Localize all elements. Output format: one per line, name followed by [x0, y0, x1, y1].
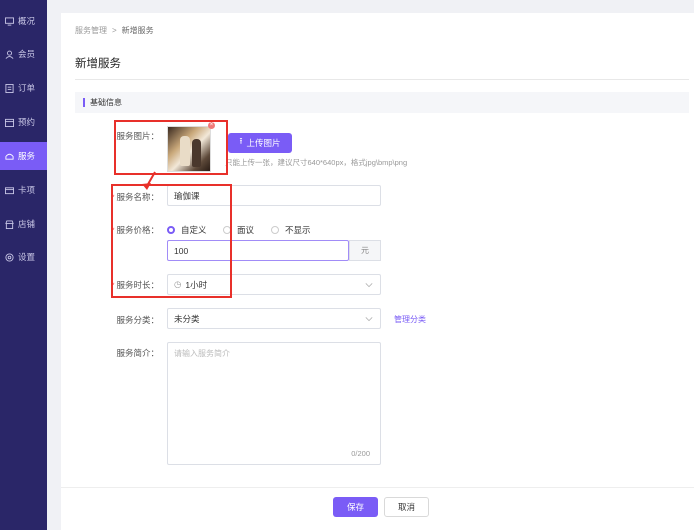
sidebar-item-service[interactable]: 服务 — [0, 142, 47, 170]
sidebar-item-members[interactable]: 会员 — [0, 40, 47, 68]
screen-icon — [5, 17, 14, 26]
card-icon — [5, 186, 14, 195]
calendar-icon — [5, 118, 14, 127]
intro-label: 服务简介： — [116, 348, 159, 358]
sidebar-item-label: 卡项 — [18, 185, 36, 195]
sidebar-item-store[interactable]: 店铺 — [0, 210, 47, 238]
price-option-hidden[interactable]: 不显示 — [271, 224, 311, 236]
section-header: 基础信息 — [75, 92, 689, 113]
upload-icon: ⭱ — [239, 136, 243, 146]
footer-divider — [61, 487, 694, 488]
divider — [75, 79, 689, 80]
radio-dot — [271, 226, 279, 234]
sidebar-item-orders[interactable]: 订单 — [0, 74, 47, 102]
breadcrumb-separator: > — [112, 26, 117, 35]
section-title: 基础信息 — [90, 98, 122, 107]
sidebar-item-label: 设置 — [18, 252, 36, 262]
sidebar-item-settings[interactable]: 设置 — [0, 243, 47, 271]
manage-category-link[interactable]: 管理分类 — [394, 314, 426, 325]
category-label: 服务分类： — [116, 315, 159, 325]
intro-textarea[interactable]: 请输入服务简介 0/200 — [167, 342, 381, 465]
page-title: 新增服务 — [75, 58, 121, 70]
cancel-button[interactable]: 取消 — [384, 497, 429, 517]
sidebar-item-cards[interactable]: 卡项 — [0, 176, 47, 204]
char-counter: 0/200 — [351, 449, 370, 458]
sidebar-item-booking[interactable]: 预约 — [0, 108, 47, 136]
chevron-down-icon — [365, 283, 373, 288]
breadcrumb-parent[interactable]: 服务管理 — [75, 25, 107, 36]
radio-label: 不显示 — [285, 225, 311, 235]
gear-icon — [5, 253, 14, 262]
annotation-box-image — [114, 120, 228, 175]
sidebar-item-label: 概况 — [18, 16, 36, 26]
sidebar-item-overview[interactable]: 概况 — [0, 7, 47, 35]
save-button[interactable]: 保存 — [333, 497, 378, 517]
breadcrumb-current: 新增服务 — [121, 26, 154, 35]
intro-placeholder: 请输入服务简介 — [174, 349, 230, 358]
sidebar-item-label: 预约 — [18, 117, 36, 127]
breadcrumb: 服务管理 > 新增服务 — [75, 25, 154, 36]
sidebar-item-label: 会员 — [18, 49, 36, 59]
sidebar-item-label: 店铺 — [18, 219, 36, 229]
service-icon — [5, 152, 14, 160]
category-value: 未分类 — [174, 313, 200, 324]
sidebar: 概况 会员 订单 预约 服务 卡项 店铺 设置 — [0, 0, 47, 530]
category-select[interactable]: 未分类 — [167, 308, 381, 329]
radio-label: 面议 — [237, 225, 255, 235]
annotation-arrow-icon — [142, 171, 156, 190]
upload-button-label: 上传图片 — [246, 138, 281, 148]
upload-image-button[interactable]: ⭱ 上传图片 — [228, 133, 292, 153]
price-unit: 元 — [349, 240, 381, 261]
chevron-down-icon — [365, 317, 373, 322]
user-icon — [5, 50, 14, 59]
sidebar-item-label: 服务 — [18, 151, 36, 161]
image-hint: 只能上传一张，建议尺寸640*640px，格式jpg\bmp\png — [225, 158, 408, 167]
section-accent-bar — [83, 98, 85, 107]
store-icon — [5, 220, 14, 229]
annotation-box-required-fields — [111, 184, 232, 298]
list-icon — [5, 84, 14, 93]
sidebar-item-label: 订单 — [18, 83, 36, 93]
main-panel: 服务管理 > 新增服务 新增服务 基础信息 服务图片： × ⭱ 上传图片 只能上… — [61, 13, 694, 530]
